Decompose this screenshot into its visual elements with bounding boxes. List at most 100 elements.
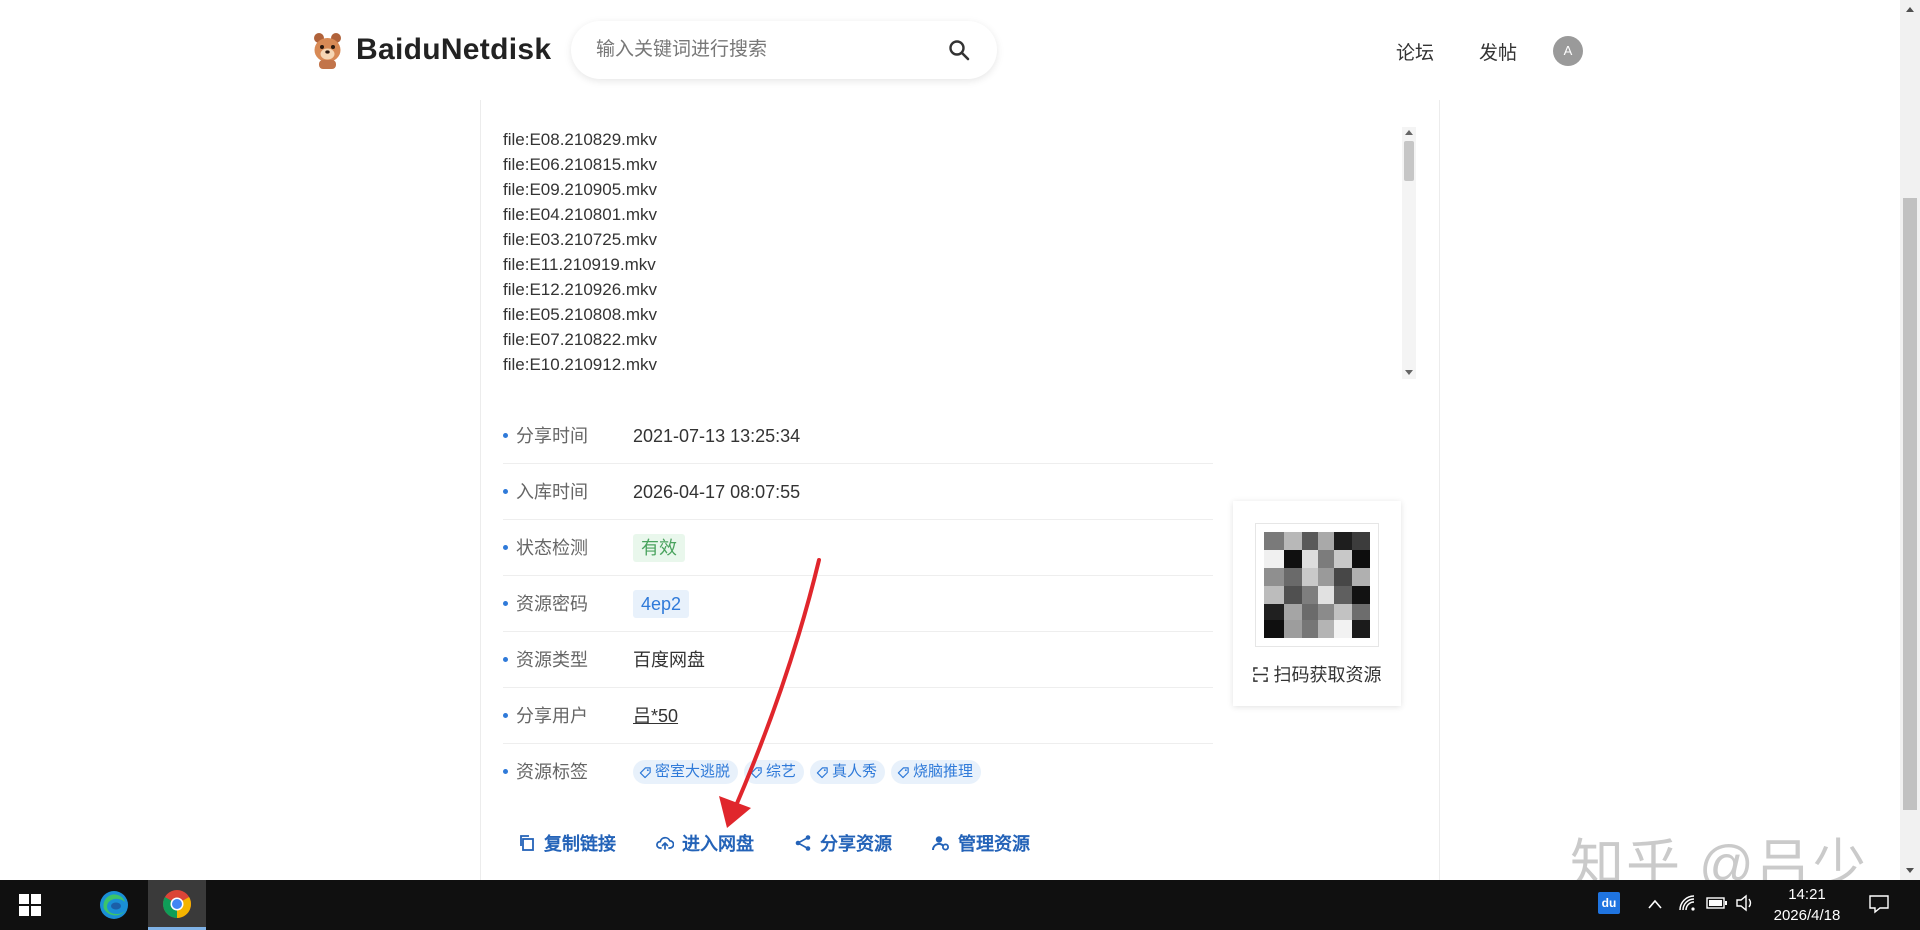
tag-icon: [816, 766, 828, 778]
file-item: file:E07.210822.mkv: [503, 330, 658, 349]
tags-label: 资源标签: [503, 744, 588, 800]
start-button[interactable]: [0, 880, 60, 930]
tag-label: 综艺: [766, 763, 797, 780]
file-list: file:E08.210829.mkv file:E06.210815.mkv …: [503, 127, 1417, 379]
share-user-link[interactable]: 吕*50: [633, 706, 678, 726]
site-header: BaiduNetdisk 论坛 发帖 A: [0, 0, 1900, 100]
tag-label: 真人秀: [832, 763, 878, 780]
notification-icon[interactable]: [1868, 894, 1890, 914]
tag-icon: [639, 766, 651, 778]
qr-code-image: [1264, 532, 1370, 638]
copy-link-label: 复制链接: [544, 834, 616, 854]
tag-list: 密室大逃脱 综艺 真人秀 烧脑推理: [633, 760, 982, 784]
share-time-value: 2021-07-13 13:25:34: [633, 426, 801, 446]
user-label: 分享用户: [503, 688, 588, 744]
info-row-user: 分享用户 吕*50: [503, 688, 1213, 744]
page-scroll-thumb[interactable]: [1903, 198, 1917, 810]
password-label: 资源密码: [503, 576, 588, 632]
taskbar-edge[interactable]: [88, 880, 140, 930]
taskbar-clock[interactable]: 14:21 2026/4/18: [1762, 884, 1852, 926]
chrome-browser-icon: [163, 889, 191, 918]
share-time-label: 分享时间: [503, 408, 588, 464]
qr-code-frame: [1255, 523, 1379, 647]
search-box: [571, 21, 997, 79]
type-label: 资源类型: [503, 632, 588, 688]
enter-netdisk-button[interactable]: 进入网盘: [656, 830, 754, 856]
qr-caption: 扫码获取资源: [1233, 661, 1401, 687]
file-item: file:E12.210926.mkv: [503, 280, 658, 299]
tag-item[interactable]: 综艺: [744, 760, 805, 784]
index-time-value: 2026-04-17 08:07:55: [633, 482, 801, 502]
file-item: file:E10.210912.mkv: [503, 355, 658, 374]
clock-time: 14:21: [1788, 886, 1826, 903]
tag-item[interactable]: 真人秀: [810, 760, 886, 784]
type-value: 百度网盘: [633, 650, 705, 670]
copy-link-button[interactable]: 复制链接: [518, 830, 616, 856]
qr-caption-text: 扫码获取资源: [1273, 665, 1382, 685]
enter-netdisk-label: 进入网盘: [682, 834, 754, 854]
page-scrollbar[interactable]: [1900, 0, 1920, 880]
search-icon[interactable]: [947, 38, 971, 62]
status-badge: 有效: [633, 534, 685, 562]
baidu-tray-icon[interactable]: du: [1598, 892, 1620, 914]
taskbar-chrome[interactable]: [148, 880, 206, 930]
tag-label: 烧脑推理: [913, 763, 974, 780]
info-row-type: 资源类型 百度网盘: [503, 632, 1213, 688]
status-value-wrap: 有效: [633, 520, 685, 576]
wifi-icon[interactable]: [1678, 894, 1698, 912]
nav-forum-link[interactable]: 论坛: [1396, 38, 1434, 65]
user-settings-icon: [932, 836, 949, 851]
qr-card: 扫码获取资源: [1233, 501, 1401, 706]
share-resource-label: 分享资源: [820, 834, 892, 854]
scroll-thumb[interactable]: [1404, 141, 1414, 181]
file-item: file:E05.210808.mkv: [503, 305, 658, 324]
info-row-password: 资源密码 4ep2: [503, 576, 1213, 632]
action-bar: 复制链接 进入网盘 分享资源 管理资源: [518, 826, 1070, 860]
info-row-index-time: 入库时间 2026-04-17 08:07:55: [503, 464, 1213, 520]
info-row-share-time: 分享时间 2021-07-13 13:25:34: [503, 408, 1213, 464]
file-item: file:E06.210815.mkv: [503, 155, 658, 174]
tag-icon: [750, 766, 762, 778]
user-value-wrap: 吕*50: [633, 688, 678, 744]
file-item: file:E11.210919.mkv: [503, 255, 656, 274]
volume-icon[interactable]: [1735, 894, 1755, 912]
windows-taskbar: du 14:21 2026/4/18: [0, 880, 1920, 930]
windows-logo-icon: [19, 894, 41, 916]
tag-label: 密室大逃脱: [655, 763, 731, 780]
scroll-down-arrow-icon[interactable]: [1405, 370, 1413, 375]
edge-browser-icon: [100, 891, 128, 919]
status-label: 状态检测: [503, 520, 588, 576]
info-row-status: 状态检测 有效: [503, 520, 1213, 576]
file-item: file:E03.210725.mkv: [503, 230, 658, 249]
logo-text: BaiduNetdisk: [356, 33, 552, 66]
index-time-label: 入库时间: [503, 464, 588, 520]
clock-date: 2026/4/18: [1773, 907, 1841, 924]
page-scroll-down-icon[interactable]: [1906, 868, 1914, 873]
share-icon: [795, 835, 811, 851]
nav-post-link[interactable]: 发帖: [1479, 38, 1517, 65]
file-item: file:E04.210801.mkv: [503, 205, 658, 224]
cloud-upload-icon: [656, 836, 674, 850]
user-avatar[interactable]: A: [1553, 36, 1583, 66]
share-resource-button[interactable]: 分享资源: [794, 830, 892, 856]
file-list-scrollbar[interactable]: [1402, 127, 1416, 379]
tag-item[interactable]: 密室大逃脱: [633, 760, 739, 784]
bear-logo-icon: [314, 33, 341, 69]
file-item: file:E09.210905.mkv: [503, 180, 658, 199]
battery-icon[interactable]: [1706, 896, 1728, 910]
scroll-up-arrow-icon[interactable]: [1405, 130, 1413, 135]
file-item: file:E08.210829.mkv: [503, 130, 658, 149]
search-input[interactable]: [596, 39, 936, 61]
page-scroll-up-icon[interactable]: [1906, 7, 1914, 12]
manage-resource-button[interactable]: 管理资源: [932, 830, 1030, 856]
info-row-tags: 资源标签 密室大逃脱 综艺 真人秀 烧脑推理: [503, 744, 1213, 800]
copy-icon: [520, 835, 534, 851]
scan-icon: [1252, 666, 1268, 682]
password-value-wrap: 4ep2: [633, 576, 690, 632]
manage-resource-label: 管理资源: [958, 834, 1030, 854]
password-badge[interactable]: 4ep2: [633, 590, 690, 618]
tag-item[interactable]: 烧脑推理: [891, 760, 982, 784]
tag-icon: [897, 766, 909, 778]
site-logo[interactable]: BaiduNetdisk: [310, 30, 551, 70]
chevron-up-icon[interactable]: [1647, 898, 1663, 910]
